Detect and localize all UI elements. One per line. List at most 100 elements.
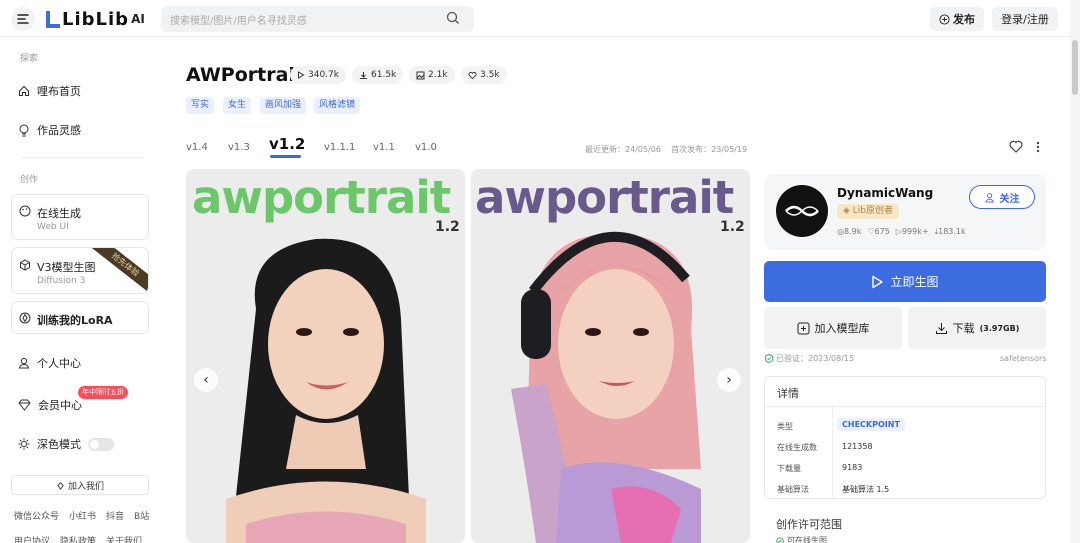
tag-female[interactable]: 女生 [223,97,252,114]
carousel-prev-button[interactable]: ‹ [194,368,218,392]
creator-badge-label: Lib原创者 [852,206,894,216]
menu-button[interactable] [11,7,35,31]
model-dates: 最近更新：24/05/06 首次发布：23/05/19 [585,144,747,155]
brand-text-1: awportrait [192,171,451,224]
generate-now-button[interactable]: 立即生图 [764,261,1046,302]
lora-icon [19,312,31,324]
verified-date: 已验证：2023/08/15 [776,354,855,363]
search-box[interactable]: 搜索模型/图片/用户名寻找灵感 [161,6,474,32]
tab-v1-4[interactable]: v1.4 [186,142,208,153]
detail-key-base-model: 基础算法 [777,485,809,494]
preview-image-2[interactable]: awportrait 1.2 › [471,169,750,543]
logo-text: LibLib [62,8,130,30]
sidebar-divider [20,157,144,158]
stat-downloads-value: 61.5k [371,70,397,80]
download-icon [360,71,367,79]
detail-value-online-gen: 121358 [842,442,873,451]
first-published: 首次发布：23/05/19 [671,145,748,154]
carousel-next-button[interactable]: › [717,368,741,392]
lora-train-card[interactable]: 训练我的LoRA [11,301,149,334]
file-format: safetensors [1000,354,1047,363]
footer-link-wechat[interactable]: 微信公众号 [14,509,59,522]
page-scrollbar[interactable] [1070,0,1080,543]
cube-icon [20,259,30,271]
play-icon [298,71,305,79]
stat-likes-value: 3.5k [480,70,500,80]
scroll-thumb[interactable] [1072,40,1078,95]
footer-link-bilibili[interactable]: B站 [134,509,149,522]
search-icon[interactable] [446,11,460,25]
stat-likes: 3.5k [461,66,507,84]
online-gen-title: 在线生成 [37,207,81,220]
download-tray-icon [935,322,947,334]
add-library-label: 加入模型库 [814,322,870,335]
portrait-image-1 [186,169,465,543]
image-icon [416,71,425,79]
license-title: 创作许可范围 [776,518,842,531]
detail-value-type: CHECKPOINT [837,418,905,431]
author-stat-value: 999k+ [901,227,929,236]
tab-v1-2[interactable]: v1.2 [269,135,305,153]
follow-label: 关注 [999,193,1020,205]
play-outline-icon [872,275,884,288]
sidebar-item-inspiration[interactable]: 作品灵感 [18,122,81,138]
details-divider [765,406,1045,407]
follow-button[interactable]: 关注 [969,185,1035,209]
preview-image-1[interactable]: awportrait 1.2 ‹ [186,169,465,543]
stat-downloads: 61.5k [352,66,404,84]
sidebar-item-label: 个人中心 [37,357,81,370]
footer-link-about[interactable]: 关于我们 [106,534,142,543]
sidebar-item-personal[interactable]: 个人中心 [18,355,81,371]
stat-runs: 340.7k [290,66,346,84]
sidebar-item-vip[interactable]: 会员中心 [18,397,82,413]
tag-style-enhance[interactable]: 画风加强 [260,97,307,114]
footer-link-douyin[interactable]: 抖音 [106,509,124,522]
footer-link-terms[interactable]: 用户协议 [14,534,50,543]
sidebar-item-label: 深色模式 [37,438,81,451]
sidebar-item-home[interactable]: 哩布首页 [18,83,81,99]
tag-realistic[interactable]: 写实 [186,97,215,114]
publish-button[interactable]: 发布 [930,7,984,31]
detail-key-type: 类型 [777,422,793,431]
search-input[interactable]: 搜索模型/图片/用户名寻找灵感 [170,12,307,27]
stat-images-value: 2.1k [428,70,448,80]
footer-link-xiaohongshu[interactable]: 小红书 [69,509,96,522]
sidebar-item-label: 作品灵感 [37,124,81,137]
explore-section-label: 探索 [20,54,39,64]
dark-mode-toggle[interactable] [88,437,114,451]
join-us-button[interactable]: 加入我们 [11,475,149,495]
sidebar-item-dark-mode[interactable]: 深色模式 [18,436,114,452]
model-title: AWPortrait [186,64,305,86]
v3-gen-card[interactable]: V3模型生图 Diffusion 3 抢先体验 [11,247,149,294]
author-stat-value: 8.9k [843,227,862,236]
portrait-image-2 [471,169,750,543]
add-to-library-button[interactable]: 加入模型库 [764,307,902,349]
hamburger-icon [17,14,29,24]
last-updated: 最近更新：24/05/06 [585,145,661,154]
author-name[interactable]: DynamicWang [837,186,933,200]
tag-style-filter[interactable]: 风格滤镜 [314,97,361,114]
footer-link-privacy[interactable]: 隐私政策 [60,534,96,543]
v3-gen-title: V3模型生图 [37,261,96,274]
brand-version-1: 1.2 [435,219,460,235]
download-button[interactable]: 下载 (3.97GB) [908,307,1046,349]
download-size: (3.97GB) [979,323,1020,333]
tab-v1-0[interactable]: v1.0 [415,142,437,153]
logo[interactable]: LibLib AI [46,8,145,30]
bulb-icon [19,124,29,136]
sidebar-item-label: 会员中心 [38,399,82,412]
tab-v1-1-1[interactable]: v1.1.1 [324,142,355,153]
tab-v1-3[interactable]: v1.3 [228,142,250,153]
license-item-label: 可在线生图 [787,536,827,543]
details-panel: 详情 类型 CHECKPOINT 在线生成数 121358 下载量 9183 基… [764,376,1046,499]
online-gen-card[interactable]: 在线生成 Web UI [11,194,149,240]
detail-value-downloads: 9183 [842,463,863,472]
tab-v1-1[interactable]: v1.1 [373,142,395,153]
favorite-heart-icon[interactable] [1009,140,1023,153]
more-vertical-icon[interactable] [1036,141,1040,153]
details-title: 详情 [777,387,799,400]
author-stat-value: 675 [874,227,890,236]
author-stat-runs: ▷999k+ [895,227,929,236]
author-avatar[interactable] [776,185,828,237]
login-button[interactable]: 登录/注册 [992,7,1058,31]
